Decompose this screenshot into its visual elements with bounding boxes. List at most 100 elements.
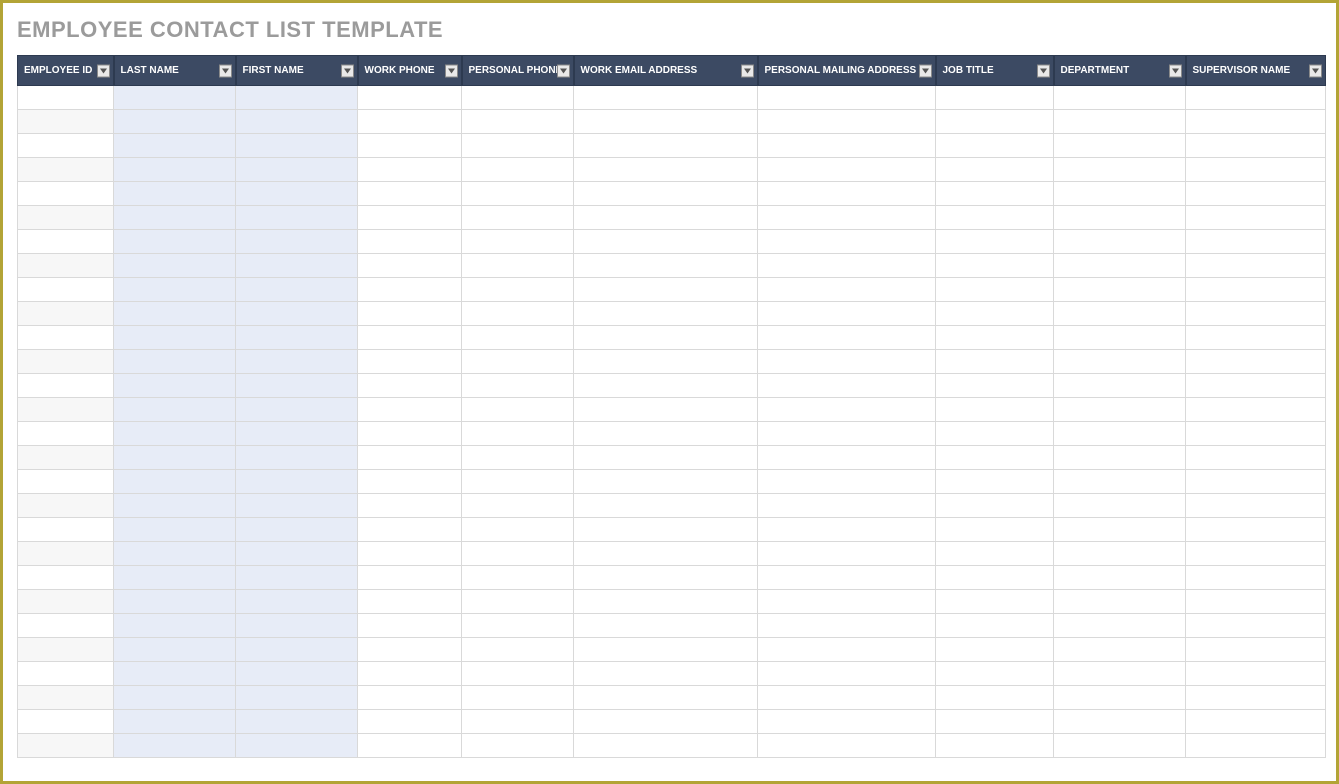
table-cell[interactable] — [18, 302, 114, 326]
table-cell[interactable] — [758, 182, 936, 206]
table-cell[interactable] — [574, 326, 758, 350]
table-cell[interactable] — [18, 422, 114, 446]
table-cell[interactable] — [1186, 566, 1326, 590]
table-cell[interactable] — [758, 686, 936, 710]
table-cell[interactable] — [114, 374, 236, 398]
table-cell[interactable] — [18, 566, 114, 590]
table-cell[interactable] — [1054, 254, 1186, 278]
table-cell[interactable] — [1186, 206, 1326, 230]
table-cell[interactable] — [358, 230, 462, 254]
table-cell[interactable] — [114, 134, 236, 158]
table-cell[interactable] — [358, 422, 462, 446]
table-cell[interactable] — [1186, 446, 1326, 470]
filter-dropdown-icon[interactable] — [1037, 64, 1050, 77]
table-cell[interactable] — [114, 446, 236, 470]
table-cell[interactable] — [358, 614, 462, 638]
col-header-last-name[interactable]: LAST NAME — [114, 56, 236, 86]
table-cell[interactable] — [462, 566, 574, 590]
table-cell[interactable] — [1186, 230, 1326, 254]
table-cell[interactable] — [758, 614, 936, 638]
table-cell[interactable] — [114, 542, 236, 566]
table-cell[interactable] — [358, 518, 462, 542]
table-cell[interactable] — [1054, 230, 1186, 254]
table-cell[interactable] — [1186, 494, 1326, 518]
table-cell[interactable] — [574, 278, 758, 302]
table-cell[interactable] — [936, 566, 1054, 590]
table-cell[interactable] — [1186, 542, 1326, 566]
table-cell[interactable] — [574, 614, 758, 638]
table-cell[interactable] — [114, 518, 236, 542]
table-cell[interactable] — [1054, 134, 1186, 158]
table-cell[interactable] — [18, 374, 114, 398]
table-cell[interactable] — [1054, 398, 1186, 422]
table-cell[interactable] — [574, 470, 758, 494]
table-cell[interactable] — [18, 206, 114, 230]
table-cell[interactable] — [574, 542, 758, 566]
table-cell[interactable] — [114, 638, 236, 662]
table-cell[interactable] — [936, 86, 1054, 110]
table-cell[interactable] — [936, 494, 1054, 518]
table-cell[interactable] — [114, 278, 236, 302]
table-cell[interactable] — [1186, 734, 1326, 758]
table-cell[interactable] — [358, 158, 462, 182]
table-cell[interactable] — [1054, 518, 1186, 542]
table-cell[interactable] — [358, 542, 462, 566]
table-cell[interactable] — [358, 254, 462, 278]
table-cell[interactable] — [18, 278, 114, 302]
table-cell[interactable] — [462, 86, 574, 110]
table-cell[interactable] — [1186, 182, 1326, 206]
table-cell[interactable] — [462, 302, 574, 326]
table-cell[interactable] — [1186, 302, 1326, 326]
table-cell[interactable] — [462, 446, 574, 470]
table-cell[interactable] — [758, 278, 936, 302]
table-cell[interactable] — [462, 662, 574, 686]
table-cell[interactable] — [236, 350, 358, 374]
table-cell[interactable] — [462, 398, 574, 422]
table-cell[interactable] — [358, 662, 462, 686]
filter-dropdown-icon[interactable] — [557, 64, 570, 77]
table-cell[interactable] — [18, 110, 114, 134]
table-cell[interactable] — [114, 206, 236, 230]
table-cell[interactable] — [1054, 614, 1186, 638]
filter-dropdown-icon[interactable] — [341, 64, 354, 77]
table-cell[interactable] — [18, 710, 114, 734]
table-cell[interactable] — [114, 326, 236, 350]
table-cell[interactable] — [758, 302, 936, 326]
table-cell[interactable] — [1054, 566, 1186, 590]
filter-dropdown-icon[interactable] — [445, 64, 458, 77]
table-cell[interactable] — [574, 662, 758, 686]
table-cell[interactable] — [936, 278, 1054, 302]
table-cell[interactable] — [462, 518, 574, 542]
table-cell[interactable] — [758, 542, 936, 566]
table-cell[interactable] — [358, 494, 462, 518]
col-header-supervisor-name[interactable]: SUPERVISOR NAME — [1186, 56, 1326, 86]
table-cell[interactable] — [462, 374, 574, 398]
table-cell[interactable] — [574, 446, 758, 470]
filter-dropdown-icon[interactable] — [97, 64, 110, 77]
table-cell[interactable] — [358, 734, 462, 758]
table-cell[interactable] — [574, 206, 758, 230]
table-cell[interactable] — [1186, 350, 1326, 374]
table-cell[interactable] — [236, 182, 358, 206]
table-cell[interactable] — [18, 590, 114, 614]
table-cell[interactable] — [236, 470, 358, 494]
table-cell[interactable] — [936, 710, 1054, 734]
table-cell[interactable] — [1054, 446, 1186, 470]
table-cell[interactable] — [236, 134, 358, 158]
table-cell[interactable] — [18, 614, 114, 638]
table-cell[interactable] — [18, 158, 114, 182]
table-cell[interactable] — [936, 398, 1054, 422]
table-cell[interactable] — [358, 374, 462, 398]
table-cell[interactable] — [462, 542, 574, 566]
table-cell[interactable] — [18, 494, 114, 518]
table-cell[interactable] — [358, 350, 462, 374]
table-cell[interactable] — [936, 302, 1054, 326]
table-cell[interactable] — [1186, 86, 1326, 110]
table-cell[interactable] — [114, 662, 236, 686]
table-cell[interactable] — [1054, 374, 1186, 398]
table-cell[interactable] — [18, 326, 114, 350]
col-header-mailing-address[interactable]: PERSONAL MAILING ADDRESS — [758, 56, 936, 86]
table-cell[interactable] — [1054, 110, 1186, 134]
table-cell[interactable] — [758, 446, 936, 470]
table-cell[interactable] — [936, 662, 1054, 686]
